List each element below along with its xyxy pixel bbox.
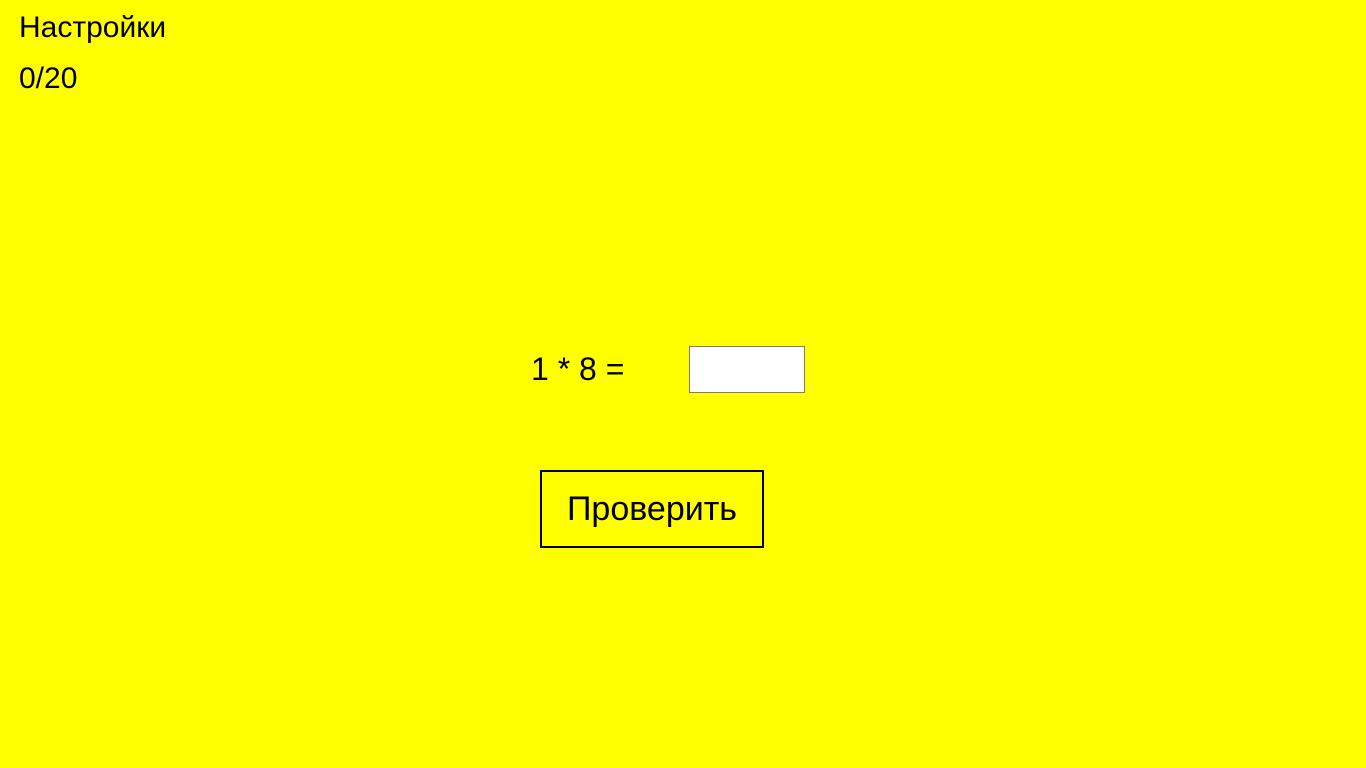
settings-link[interactable]: Настройки [19,10,166,46]
question-text: 1 * 8 = [531,351,625,387]
score-counter: 0/20 [19,62,78,95]
check-button[interactable]: Проверить [540,470,764,548]
answer-input[interactable] [689,346,805,393]
